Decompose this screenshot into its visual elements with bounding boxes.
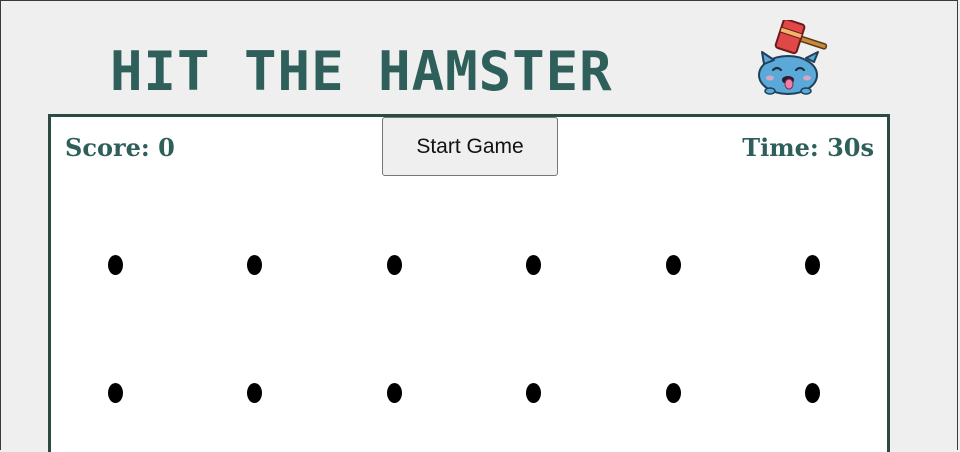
header: HIT THE HAMSTER bbox=[0, 16, 960, 116]
hamster-with-mallet-icon bbox=[758, 20, 828, 95]
hamster-hole[interactable] bbox=[805, 255, 820, 275]
hamster-hole[interactable] bbox=[665, 383, 681, 403]
score-display: Score: 0 bbox=[65, 133, 175, 162]
page-title: HIT THE HAMSTER bbox=[110, 40, 613, 103]
hamster-hole[interactable] bbox=[665, 255, 681, 275]
hamster-hole[interactable] bbox=[526, 383, 541, 403]
start-game-button[interactable]: Start Game bbox=[382, 117, 558, 176]
hamster-hole[interactable] bbox=[526, 255, 541, 275]
hamster-hole[interactable] bbox=[247, 383, 262, 403]
hamster-hole[interactable] bbox=[107, 255, 123, 275]
hamster-hole[interactable] bbox=[107, 383, 123, 403]
hamster-hole[interactable] bbox=[386, 383, 402, 403]
hamster-hole[interactable] bbox=[805, 383, 820, 403]
hamster-hole[interactable] bbox=[386, 255, 402, 275]
game-board: Score: 0 Start Game Time: 30s bbox=[48, 114, 890, 452]
hamster-hole[interactable] bbox=[247, 255, 262, 275]
time-display: Time: 30s bbox=[742, 133, 874, 162]
